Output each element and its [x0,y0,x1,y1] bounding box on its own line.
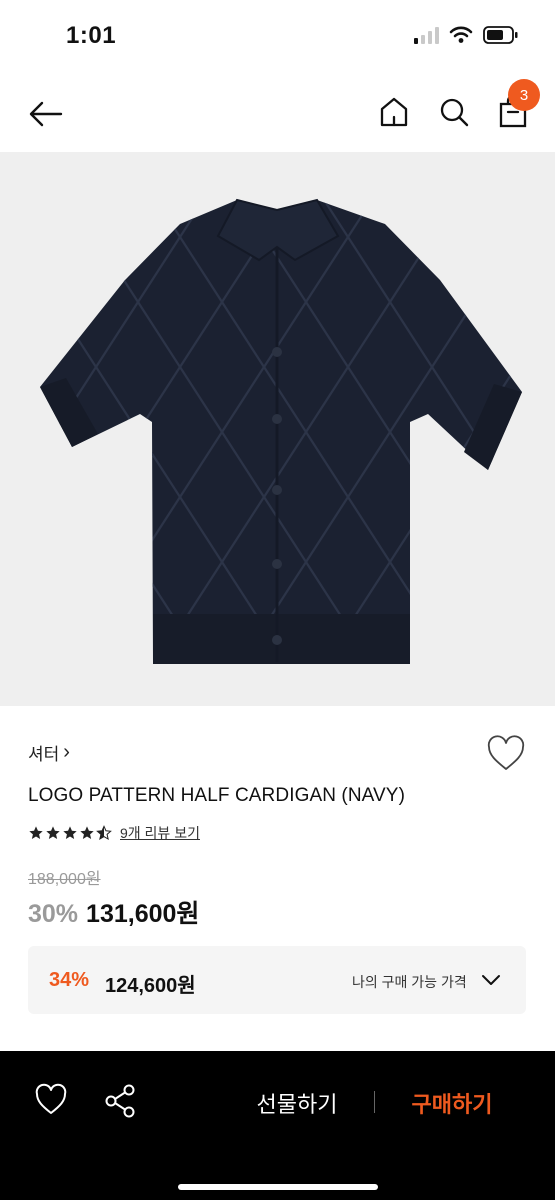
star-icon [80,826,94,839]
home-icon[interactable] [374,92,414,132]
product-image[interactable] [0,152,555,706]
bottom-action-bar: 선물하기 구매하기 [0,1051,555,1200]
original-price: 188,000원 [28,871,101,888]
heart-icon[interactable] [486,735,526,773]
category-label: 셔터 [28,745,60,764]
cart-count-badge: 3 [508,79,540,111]
my-price-discount: 34% [49,969,90,991]
share-icon[interactable] [103,1083,137,1119]
my-price-dropdown[interactable]: 34% 124,600원 나의 구매 가능 가격 [28,946,526,1014]
app-header [0,76,555,152]
battery-icon [483,26,518,44]
back-arrow-icon[interactable] [26,94,66,134]
status-time: 1:01 [66,22,117,49]
chevron-right-icon: › [63,741,70,763]
my-price-label: 나의 구매 가능 가격 [352,974,467,990]
star-icon [63,826,77,839]
divider [374,1091,375,1113]
cardigan-image [40,198,522,664]
star-icon [29,826,43,839]
product-name: LOGO PATTERN HALF CARDIGAN (NAVY) [28,785,406,806]
star-icon [46,826,60,839]
buy-button[interactable]: 구매하기 [396,1087,508,1119]
sale-price: 131,600원 [86,900,200,928]
home-indicator [178,1184,378,1190]
chevron-down-icon [482,975,500,985]
status-bar: 1:01 [0,0,555,76]
sale-discount: 30% [28,900,79,928]
star-rating [28,825,112,841]
half-star-icon [96,825,112,841]
my-price-value: 124,600원 [105,975,196,997]
review-link[interactable]: 9개 리뷰 보기 [120,823,200,843]
cellular-signal-icon [414,26,439,44]
rating-row: 9개 리뷰 보기 [28,823,200,843]
search-icon[interactable] [434,92,474,132]
wifi-icon [449,26,473,43]
category-link[interactable]: 셔터 › [28,740,70,765]
status-icons [414,26,519,44]
sale-price-row: 30% 131,600원 [28,894,199,930]
wishlist-heart-icon[interactable] [34,1083,68,1117]
gift-button[interactable]: 선물하기 [234,1087,360,1119]
